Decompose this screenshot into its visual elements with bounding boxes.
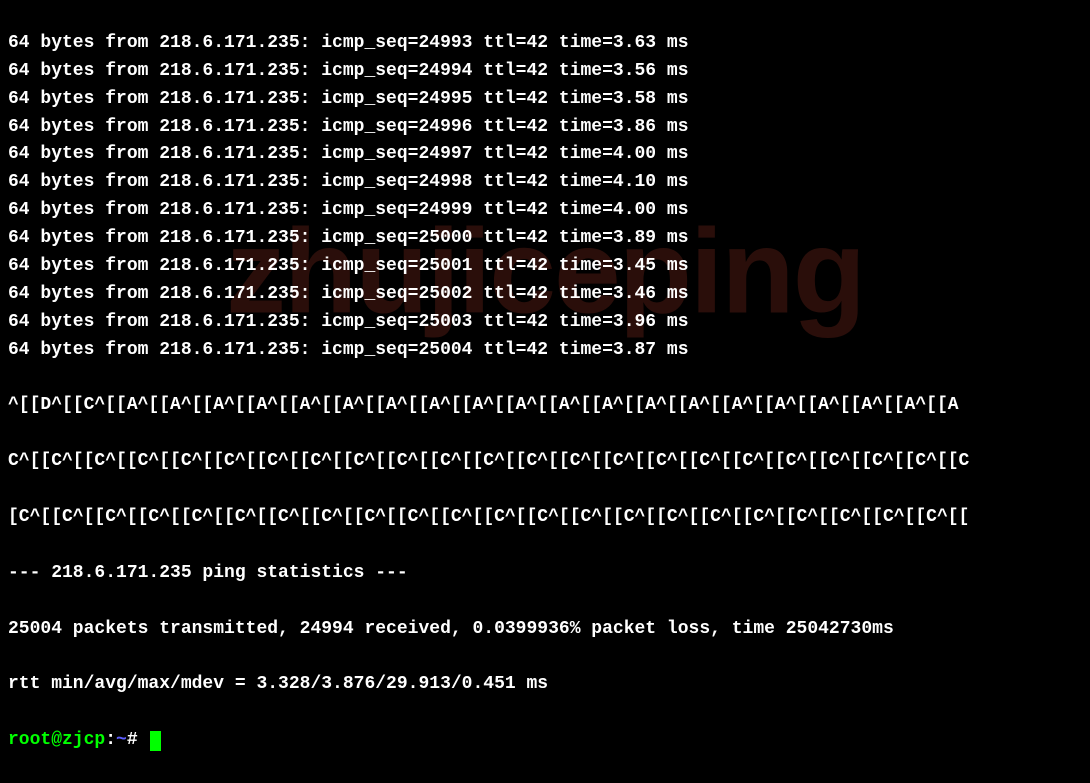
ping-reply-line: 64 bytes from 218.6.171.235: icmp_seq=25… [8,225,1082,253]
ping-reply-line: 64 bytes from 218.6.171.235: icmp_seq=24… [8,197,1082,225]
prompt-colon: : [105,727,116,755]
escape-sequence-line-3: [C^[[C^[[C^[[C^[[C^[[C^[[C^[[C^[[C^[[C^[… [8,504,1082,532]
prompt-path: ~ [116,727,127,755]
prompt-user-host: root@zjcp [8,727,105,755]
ping-reply-line: 64 bytes from 218.6.171.235: icmp_seq=24… [8,114,1082,142]
escape-sequence-line-1: ^[[D^[[C^[[A^[[A^[[A^[[A^[[A^[[A^[[A^[[A… [8,392,1082,420]
terminal-cursor [150,731,161,751]
ping-reply-line: 64 bytes from 218.6.171.235: icmp_seq=25… [8,309,1082,337]
ping-reply-line: 64 bytes from 218.6.171.235: icmp_seq=24… [8,58,1082,86]
terminal-output[interactable]: 64 bytes from 218.6.171.235: icmp_seq=24… [8,2,1082,783]
ping-reply-line: 64 bytes from 218.6.171.235: icmp_seq=24… [8,30,1082,58]
ping-reply-line: 64 bytes from 218.6.171.235: icmp_seq=25… [8,281,1082,309]
shell-prompt[interactable]: root@zjcp:~# [8,727,1082,755]
escape-sequence-line-2: C^[[C^[[C^[[C^[[C^[[C^[[C^[[C^[[C^[[C^[[… [8,448,1082,476]
ping-reply-line: 64 bytes from 218.6.171.235: icmp_seq=25… [8,253,1082,281]
ping-reply-line: 64 bytes from 218.6.171.235: icmp_seq=24… [8,86,1082,114]
ping-reply-line: 64 bytes from 218.6.171.235: icmp_seq=24… [8,141,1082,169]
ping-stats-summary: 25004 packets transmitted, 24994 receive… [8,616,1082,644]
ping-reply-line: 64 bytes from 218.6.171.235: icmp_seq=24… [8,169,1082,197]
prompt-hash: # [127,727,149,755]
ping-stats-rtt: rtt min/avg/max/mdev = 3.328/3.876/29.91… [8,671,1082,699]
ping-reply-line: 64 bytes from 218.6.171.235: icmp_seq=25… [8,337,1082,365]
ping-stats-header: --- 218.6.171.235 ping statistics --- [8,560,1082,588]
